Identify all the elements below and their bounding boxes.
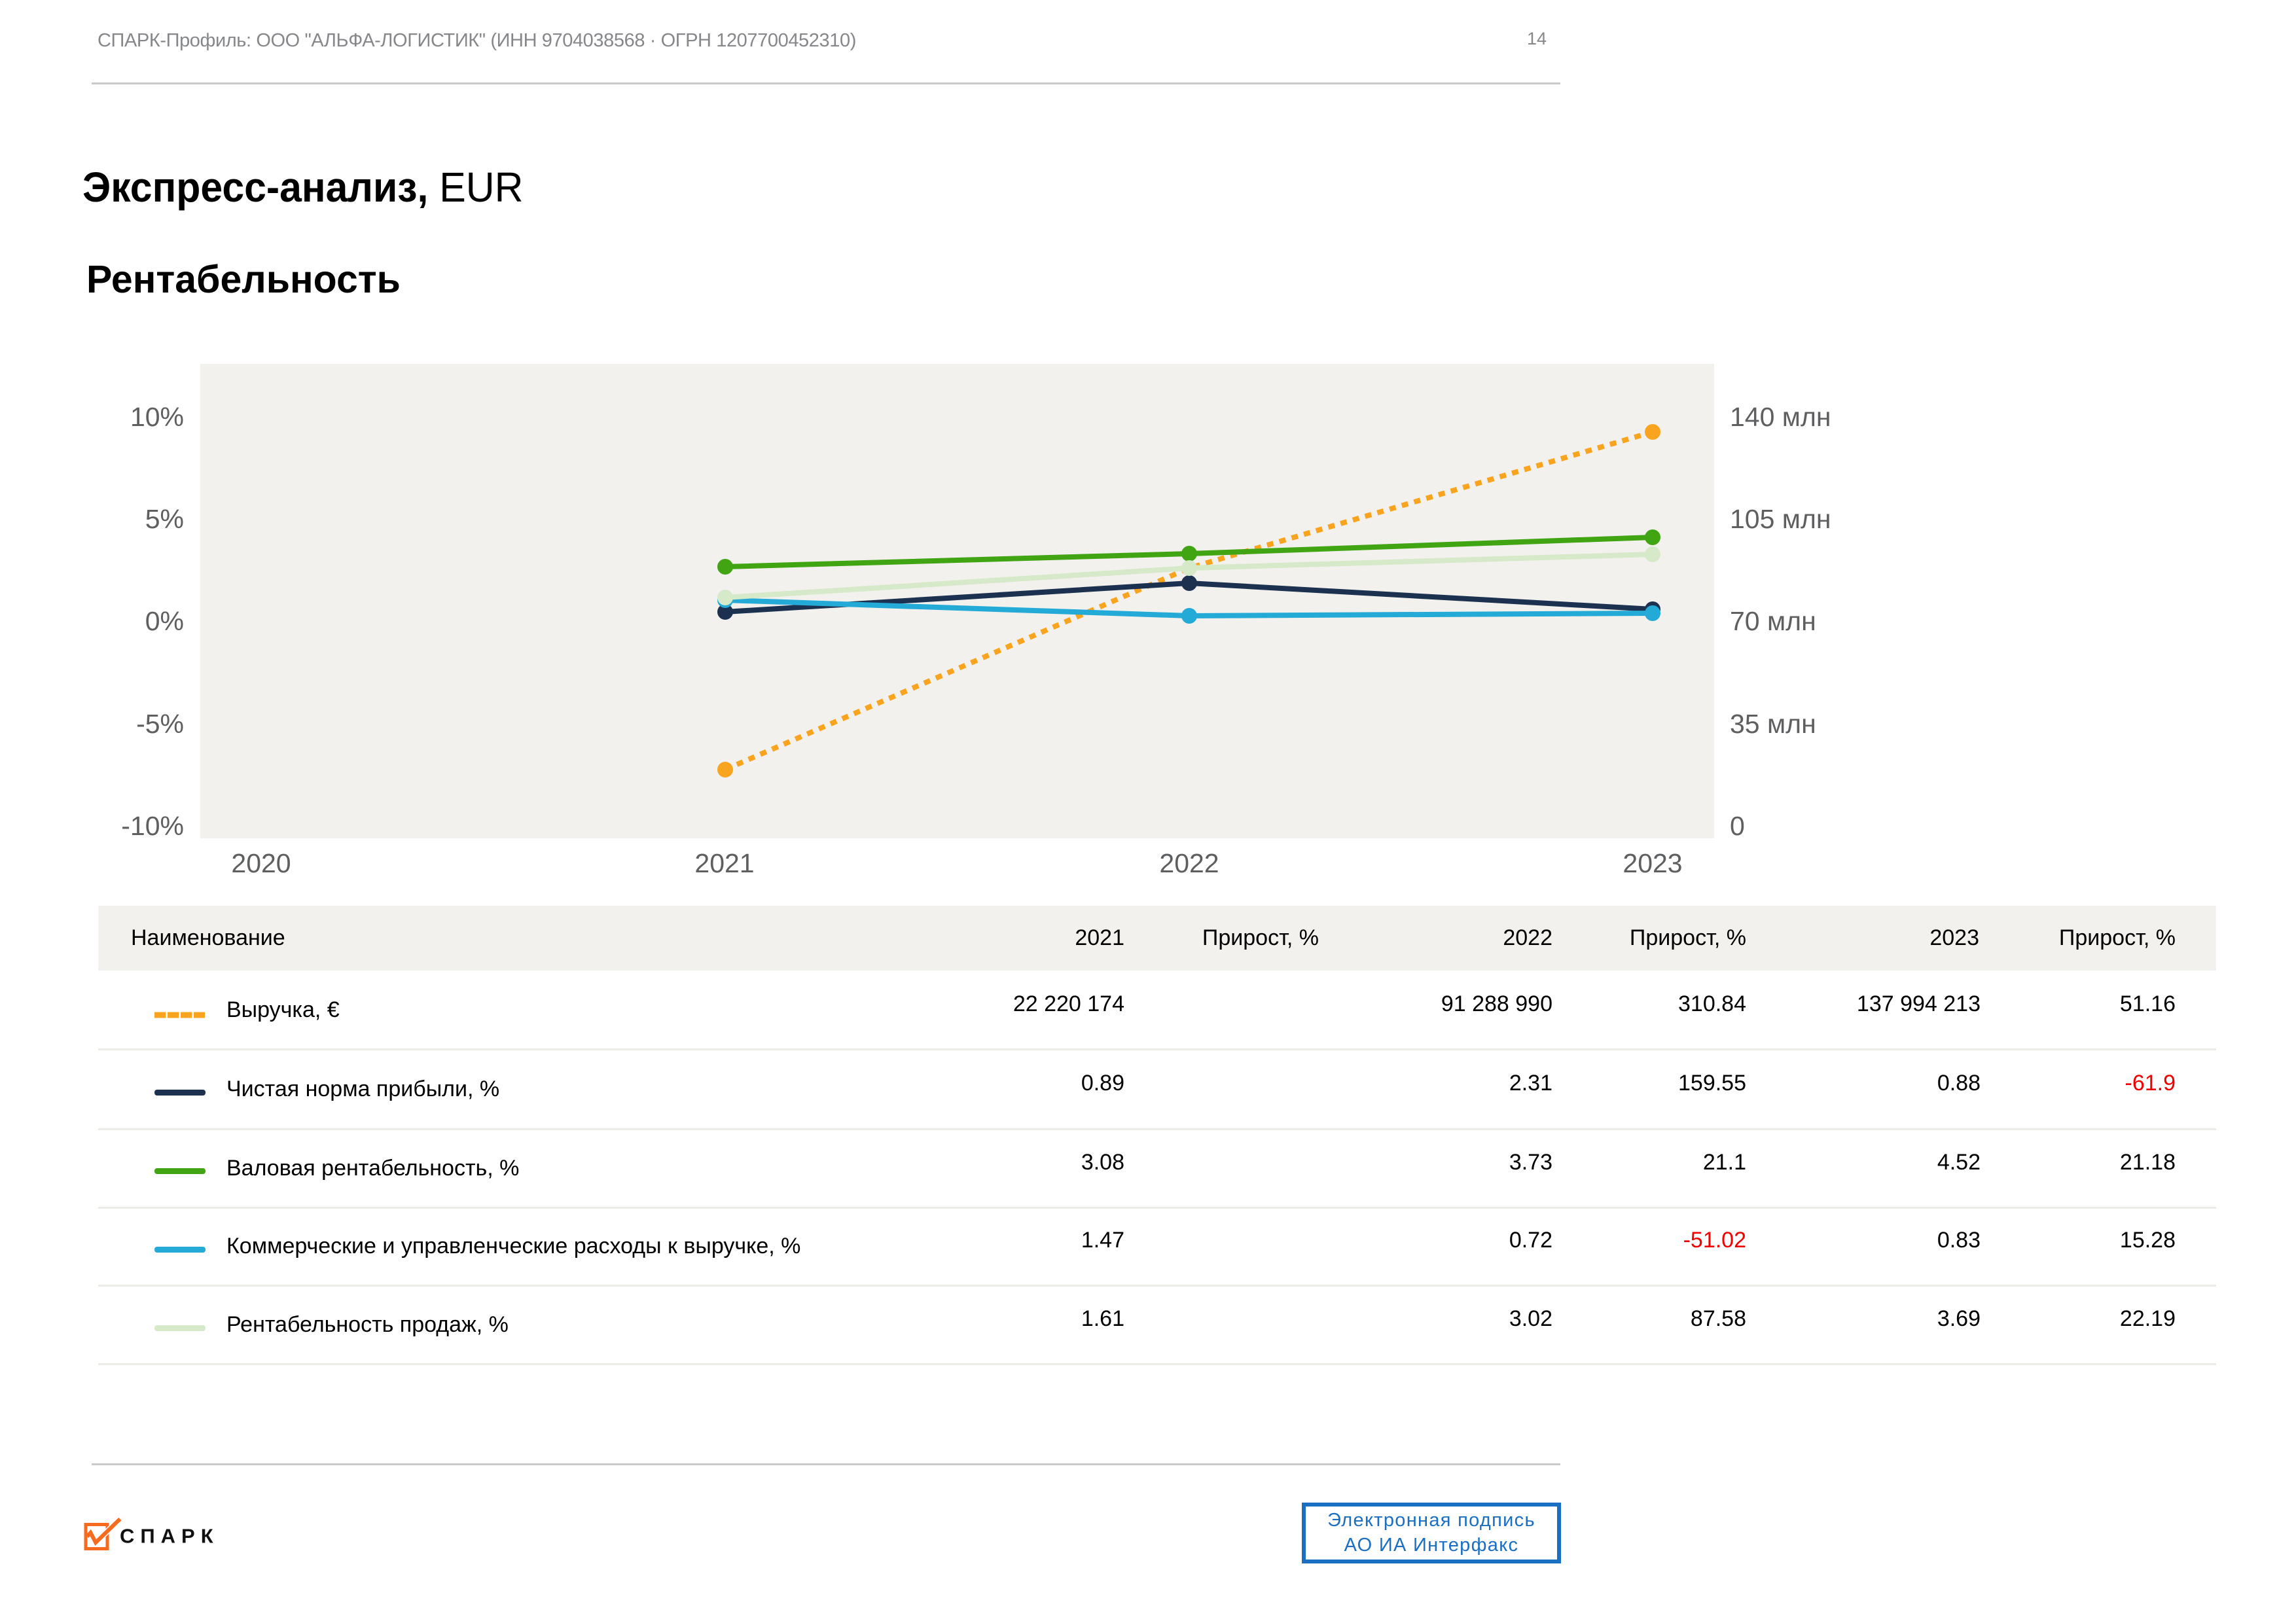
- svg-text:35 млн: 35 млн: [1730, 709, 1816, 739]
- svg-text:2021: 2021: [694, 848, 754, 878]
- svg-text:10%: 10%: [130, 402, 184, 432]
- svg-text:70 млн: 70 млн: [1730, 606, 1816, 636]
- svg-text:-10%: -10%: [121, 811, 184, 841]
- svg-text:-5%: -5%: [136, 709, 184, 739]
- svg-text:2023: 2023: [1623, 848, 1682, 878]
- svg-text:0: 0: [1730, 811, 1745, 841]
- svg-text:2022: 2022: [1159, 848, 1219, 878]
- svg-text:105 млн: 105 млн: [1730, 504, 1831, 534]
- svg-text:5%: 5%: [145, 504, 184, 534]
- svg-text:140 млн: 140 млн: [1730, 402, 1831, 432]
- svg-text:0%: 0%: [145, 606, 184, 636]
- svg-text:2020: 2020: [231, 848, 291, 878]
- svg-text:СПАРК: СПАРК: [120, 1525, 219, 1548]
